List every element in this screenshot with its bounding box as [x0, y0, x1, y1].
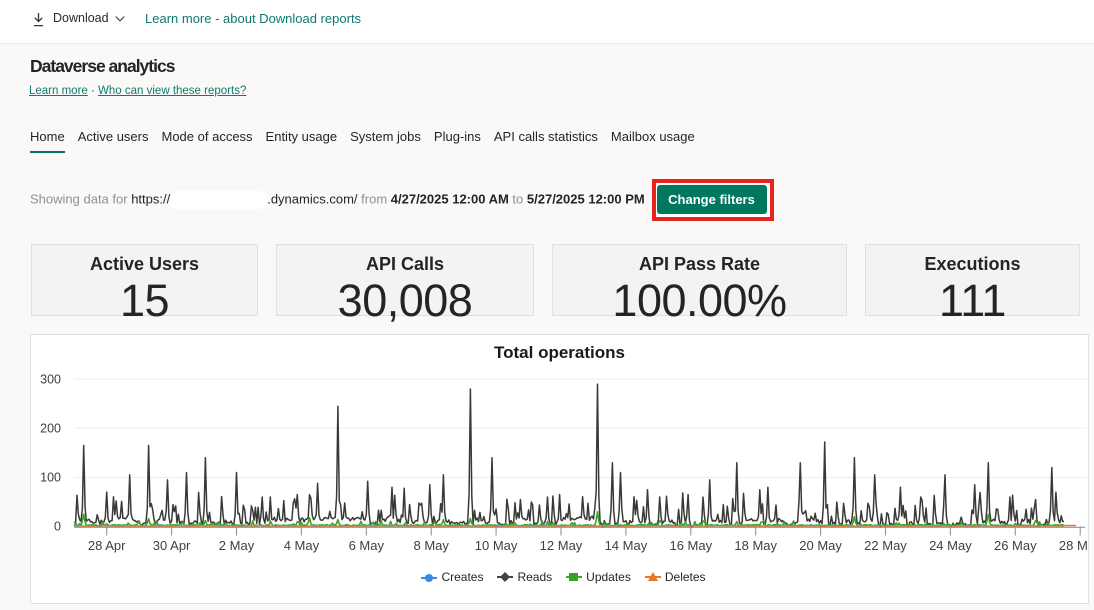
- svg-text:28 May: 28 May: [1059, 538, 1094, 553]
- svg-text:18 May: 18 May: [734, 538, 777, 553]
- svg-text:4 May: 4 May: [284, 538, 320, 553]
- svg-text:20 May: 20 May: [799, 538, 842, 553]
- svg-text:16 May: 16 May: [669, 538, 712, 553]
- svg-text:6 May: 6 May: [349, 538, 385, 553]
- svg-text:8 May: 8 May: [413, 538, 449, 553]
- svg-text:14 May: 14 May: [605, 538, 648, 553]
- svg-text:12 May: 12 May: [540, 538, 583, 553]
- svg-text:300: 300: [40, 372, 61, 386]
- svg-text:26 May: 26 May: [994, 538, 1037, 553]
- svg-text:30 Apr: 30 Apr: [153, 538, 191, 553]
- svg-text:2 May: 2 May: [219, 538, 255, 553]
- svg-text:22 May: 22 May: [864, 538, 907, 553]
- svg-text:200: 200: [40, 422, 61, 436]
- svg-text:24 May: 24 May: [929, 538, 972, 553]
- svg-text:100: 100: [40, 471, 61, 485]
- svg-text:10 May: 10 May: [475, 538, 518, 553]
- svg-text:0: 0: [54, 520, 61, 534]
- svg-text:28 Apr: 28 Apr: [88, 538, 126, 553]
